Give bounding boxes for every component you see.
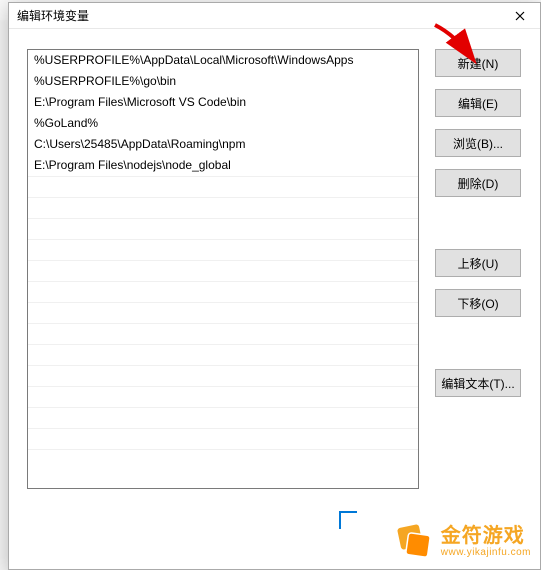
movedown-button[interactable]: 下移(O) bbox=[435, 289, 521, 317]
close-icon bbox=[515, 8, 525, 24]
path-list[interactable]: %USERPROFILE%\AppData\Local\Microsoft\Wi… bbox=[27, 49, 419, 489]
list-item[interactable]: C:\Users\25485\AppData\Roaming\npm bbox=[28, 134, 418, 155]
dialog-body: %USERPROFILE%\AppData\Local\Microsoft\Wi… bbox=[9, 29, 540, 499]
edit-button[interactable]: 编辑(E) bbox=[435, 89, 521, 117]
list-item-empty[interactable] bbox=[28, 197, 418, 218]
edittext-button[interactable]: 编辑文本(T)... bbox=[435, 369, 521, 397]
list-item[interactable]: E:\Program Files\nodejs\node_global bbox=[28, 155, 418, 176]
list-item[interactable]: %USERPROFILE%\go\bin bbox=[28, 71, 418, 92]
list-item-empty[interactable] bbox=[28, 365, 418, 386]
list-item-empty[interactable] bbox=[28, 239, 418, 260]
delete-button[interactable]: 删除(D) bbox=[435, 169, 521, 197]
list-item[interactable]: %USERPROFILE%\AppData\Local\Microsoft\Wi… bbox=[28, 50, 418, 71]
list-item-empty[interactable] bbox=[28, 260, 418, 281]
titlebar: 编辑环境变量 bbox=[9, 3, 540, 29]
edit-env-dialog: 编辑环境变量 %USERPROFILE%\AppData\Local\Micro… bbox=[8, 2, 541, 570]
list-item-empty[interactable] bbox=[28, 218, 418, 239]
new-button[interactable]: 新建(N) bbox=[435, 49, 521, 77]
list-item-empty[interactable] bbox=[28, 407, 418, 428]
list-item-empty[interactable] bbox=[28, 176, 418, 197]
list-item-empty[interactable] bbox=[28, 281, 418, 302]
list-item-empty[interactable] bbox=[28, 428, 418, 449]
list-item[interactable]: E:\Program Files\Microsoft VS Code\bin bbox=[28, 92, 418, 113]
spacer bbox=[435, 209, 521, 237]
list-item-empty[interactable] bbox=[28, 344, 418, 365]
dialog-title: 编辑环境变量 bbox=[17, 7, 89, 24]
list-item[interactable]: %GoLand% bbox=[28, 113, 418, 134]
focus-rect-corner bbox=[339, 511, 357, 529]
list-item-empty[interactable] bbox=[28, 386, 418, 407]
moveup-button[interactable]: 上移(U) bbox=[435, 249, 521, 277]
list-item-empty[interactable] bbox=[28, 449, 418, 470]
browse-button[interactable]: 浏览(B)... bbox=[435, 129, 521, 157]
button-column: 新建(N) 编辑(E) 浏览(B)... 删除(D) 上移(U) 下移(O) 编… bbox=[435, 49, 521, 489]
close-button[interactable] bbox=[500, 3, 540, 29]
spacer bbox=[435, 329, 521, 357]
list-item-empty[interactable] bbox=[28, 323, 418, 344]
list-item-empty[interactable] bbox=[28, 302, 418, 323]
